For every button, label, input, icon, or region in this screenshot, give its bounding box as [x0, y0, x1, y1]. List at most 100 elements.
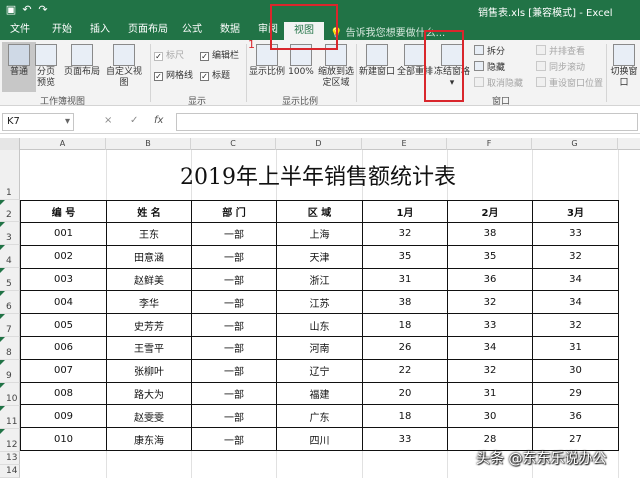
table-cell[interactable]: 一部: [191, 222, 277, 246]
header-cell[interactable]: 编 号: [20, 200, 107, 223]
table-cell[interactable]: 29: [532, 381, 619, 406]
table-cell[interactable]: 003: [20, 267, 107, 292]
table-cell[interactable]: 34: [532, 267, 619, 292]
column-header[interactable]: A: [20, 138, 106, 150]
table-cell[interactable]: 31: [362, 267, 448, 292]
header-cell[interactable]: 2月: [447, 200, 533, 223]
table-cell[interactable]: 005: [20, 313, 107, 337]
name-box[interactable]: K7 ▾: [2, 113, 74, 131]
table-cell[interactable]: 001: [20, 222, 107, 246]
table-cell[interactable]: 上海: [276, 222, 363, 246]
table-cell[interactable]: 一部: [191, 358, 277, 383]
header-cell[interactable]: 姓 名: [106, 200, 192, 223]
header-cell[interactable]: 3月: [532, 200, 619, 223]
row-header[interactable]: 14: [0, 465, 20, 478]
table-cell[interactable]: 30: [532, 358, 619, 383]
normal-view-button[interactable]: 普通: [2, 42, 36, 92]
formula-input[interactable]: [176, 113, 638, 131]
column-header[interactable]: F: [447, 138, 532, 150]
page-layout-view-button[interactable]: 页面布局: [62, 44, 102, 78]
table-cell[interactable]: 007: [20, 358, 107, 383]
sheet-title[interactable]: 2019年上半年销售额统计表: [20, 150, 616, 200]
table-cell[interactable]: 一部: [191, 290, 277, 315]
table-cell[interactable]: 江苏: [276, 290, 363, 315]
row-header[interactable]: 6: [0, 291, 20, 314]
table-cell[interactable]: 王雪平: [106, 335, 192, 360]
table-cell[interactable]: 一部: [191, 244, 277, 269]
row-header[interactable]: 9: [0, 360, 20, 383]
table-cell[interactable]: 一部: [191, 313, 277, 337]
split-button[interactable]: 拆分: [474, 44, 505, 57]
row-header[interactable]: 5: [0, 268, 20, 291]
table-cell[interactable]: 18: [362, 313, 448, 337]
table-cell[interactable]: 路大为: [106, 381, 192, 406]
column-header[interactable]: G: [532, 138, 618, 150]
fx-icon[interactable]: fx: [154, 115, 163, 126]
table-cell[interactable]: 山东: [276, 313, 363, 337]
table-cell[interactable]: 002: [20, 244, 107, 269]
headings-checkbox[interactable]: ✓ 标题: [200, 68, 230, 81]
custom-views-button[interactable]: 自定义视图: [102, 44, 146, 89]
page-break-preview-button[interactable]: 分页预览: [34, 44, 58, 89]
table-cell[interactable]: 006: [20, 335, 107, 360]
table-cell[interactable]: 福建: [276, 381, 363, 406]
reset-window-position-button[interactable]: 重设窗口位置: [536, 76, 603, 89]
table-cell[interactable]: 32: [532, 244, 619, 269]
row-header[interactable]: 3: [0, 222, 20, 245]
table-cell[interactable]: 35: [447, 244, 533, 269]
row-header[interactable]: 13: [0, 452, 20, 465]
table-cell[interactable]: 33: [362, 427, 448, 451]
table-cell[interactable]: 32: [532, 313, 619, 337]
table-cell[interactable]: 33: [447, 313, 533, 337]
table-cell[interactable]: 史芳芳: [106, 313, 192, 337]
table-cell[interactable]: 26: [362, 335, 448, 360]
table-cell[interactable]: 35: [362, 244, 448, 269]
table-cell[interactable]: 康东海: [106, 427, 192, 451]
cancel-icon[interactable]: ×: [104, 115, 112, 126]
row-header[interactable]: 10: [0, 383, 20, 406]
header-cell[interactable]: 区 域: [276, 200, 363, 223]
unhide-button[interactable]: 取消隐藏: [474, 76, 523, 89]
table-cell[interactable]: 33: [532, 222, 619, 246]
gridlines-checkbox[interactable]: ✓ 网格线: [154, 68, 193, 81]
row-header[interactable]: 8: [0, 337, 20, 360]
table-cell[interactable]: 一部: [191, 335, 277, 360]
table-cell[interactable]: 王东: [106, 222, 192, 246]
zoom-to-selection-button[interactable]: 缩放到选定区域: [316, 44, 356, 89]
table-cell[interactable]: 32: [362, 222, 448, 246]
table-cell[interactable]: 20: [362, 381, 448, 406]
tab-home[interactable]: 开始: [52, 23, 72, 39]
table-cell[interactable]: 38: [362, 290, 448, 315]
undo-icon[interactable]: ↶: [20, 3, 34, 17]
header-cell[interactable]: 部 门: [191, 200, 277, 223]
row-header[interactable]: 12: [0, 429, 20, 452]
table-cell[interactable]: 四川: [276, 427, 363, 451]
formula-bar-checkbox[interactable]: ✓ 编辑栏: [200, 48, 239, 61]
tab-page-layout[interactable]: 页面布局: [128, 23, 168, 39]
table-cell[interactable]: 一部: [191, 381, 277, 406]
table-cell[interactable]: 009: [20, 404, 107, 429]
table-cell[interactable]: 34: [532, 290, 619, 315]
select-all-corner[interactable]: [0, 138, 20, 150]
table-cell[interactable]: 浙江: [276, 267, 363, 292]
view-side-by-side-button[interactable]: 并排查看: [536, 44, 585, 57]
table-cell[interactable]: 36: [447, 267, 533, 292]
table-cell[interactable]: 一部: [191, 267, 277, 292]
tab-data[interactable]: 数据: [220, 23, 240, 39]
table-cell[interactable]: 一部: [191, 404, 277, 429]
ruler-checkbox[interactable]: ✓ 标尺: [154, 48, 184, 61]
table-cell[interactable]: 河南: [276, 335, 363, 360]
table-cell[interactable]: 38: [447, 222, 533, 246]
row-header[interactable]: 1: [0, 150, 20, 200]
table-cell[interactable]: 008: [20, 381, 107, 406]
table-cell[interactable]: 32: [447, 358, 533, 383]
table-cell[interactable]: 004: [20, 290, 107, 315]
table-cell[interactable]: 天津: [276, 244, 363, 269]
table-cell[interactable]: 36: [532, 404, 619, 429]
switch-windows-button[interactable]: 切换窗口: [608, 44, 640, 89]
column-header[interactable]: D: [276, 138, 362, 150]
tab-insert[interactable]: 插入: [90, 23, 110, 39]
row-header[interactable]: 4: [0, 245, 20, 268]
table-cell[interactable]: 30: [447, 404, 533, 429]
table-cell[interactable]: 31: [447, 381, 533, 406]
